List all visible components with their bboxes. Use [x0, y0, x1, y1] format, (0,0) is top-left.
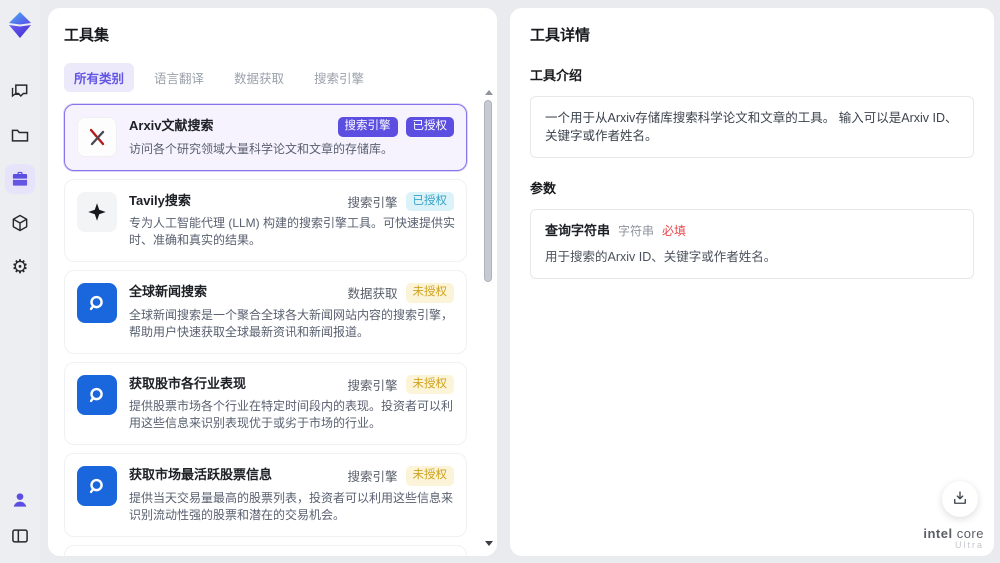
- param-name: 查询字符串: [545, 223, 611, 238]
- tool-card-active-stocks[interactable]: 获取市场最活跃股票信息 搜索引擎 未授权 提供当天交易量最高的股票列表，投资者可…: [64, 453, 467, 537]
- tool-name: 获取市场最活跃股票信息: [129, 467, 273, 482]
- tool-card-regional-news[interactable]: 万维地区新闻查询 搜索引擎 未授权 查询具体行政区划内的新闻，快速了解各地新闻动: [64, 544, 467, 556]
- download-button[interactable]: [942, 481, 978, 517]
- scrollbar-thumb[interactable]: [484, 100, 492, 282]
- tool-description: 访问各个研究领域大量科学论文和文章的存储库。: [129, 141, 394, 156]
- tool-description: 全球新闻搜索是一个聚合全球各大新闻网站内容的搜索引擎，帮助用户快速获取全球最新资…: [129, 307, 454, 339]
- category-badge: 搜索引擎: [337, 117, 398, 137]
- intro-text: 一个用于从Arxiv存储库搜索科学论文和文章的工具。 输入可以是Arxiv ID…: [545, 111, 958, 143]
- scroll-down-icon[interactable]: [485, 541, 493, 546]
- arxiv-logo-icon: [77, 117, 117, 157]
- sidebar-item-files[interactable]: [5, 120, 35, 150]
- tool-card-arxiv[interactable]: Arxiv文献搜索 搜索引擎 已授权 访问各个研究领域大量科学论文和文章的存储库…: [64, 104, 467, 171]
- tab-search-engine[interactable]: 搜索引擎: [304, 63, 374, 92]
- sidebar-item-toolbox[interactable]: [5, 164, 35, 194]
- cube-icon: [10, 213, 30, 233]
- app-logo-icon[interactable]: [5, 10, 35, 40]
- sidebar-item-account[interactable]: [5, 485, 35, 515]
- toolset-panel: 工具集 所有类别 语言翻译 数据获取 搜索引擎 Arxiv文献搜索 搜索引擎 已…: [48, 8, 497, 556]
- chat-icon: [10, 81, 30, 101]
- scroll-up-icon[interactable]: [485, 90, 493, 95]
- auth-status-badge: 已授权: [405, 117, 454, 137]
- tool-card-tavily[interactable]: Tavily搜索 搜索引擎 已授权 专为人工智能代理 (LLM) 构建的搜索引擎…: [64, 178, 467, 262]
- tool-list: Arxiv文献搜索 搜索引擎 已授权 访问各个研究领域大量科学论文和文章的存储库…: [64, 104, 481, 556]
- sidebar-item-chat[interactable]: [5, 76, 35, 106]
- auth-status-badge: 未授权: [405, 374, 454, 394]
- sidebar-item-models[interactable]: [5, 208, 35, 238]
- category-label: 搜索引擎: [347, 470, 398, 485]
- intro-heading: 工具介绍: [530, 68, 583, 83]
- tool-name: 全球新闻搜索: [129, 284, 208, 299]
- news-search-icon: [77, 283, 117, 323]
- tool-details-panel: 工具详情 工具介绍 一个用于从Arxiv存储库搜索科学论文和文章的工具。 输入可…: [510, 8, 994, 556]
- auth-status-badge: 未授权: [405, 466, 454, 486]
- param-type: 字符串: [618, 224, 655, 238]
- panel-toggle-icon: [10, 526, 30, 546]
- sidebar-item-settings[interactable]: ⚙: [5, 252, 35, 282]
- intel-core-logo: intel core Ultra: [923, 525, 984, 551]
- category-label: 搜索引擎: [347, 195, 398, 210]
- tool-card-sector-performance[interactable]: 获取股市各行业表现 搜索引擎 未授权 提供股票市场各个行业在特定时间段内的表现。…: [64, 361, 467, 445]
- tab-language-translation[interactable]: 语言翻译: [144, 63, 214, 92]
- intel-logo-text: intel: [923, 525, 953, 541]
- param-description: 用于搜索的Arxiv ID、关键字或作者姓名。: [545, 250, 777, 264]
- auth-status-badge: 未授权: [405, 283, 454, 303]
- tool-card-global-news[interactable]: 全球新闻搜索 数据获取 未授权 全球新闻搜索是一个聚合全球各大新闻网站内容的搜索…: [64, 270, 467, 354]
- gear-icon: ⚙: [11, 256, 29, 278]
- tab-all-categories[interactable]: 所有类别: [64, 63, 135, 92]
- user-icon: [10, 490, 30, 510]
- tavily-star-icon: [77, 191, 117, 232]
- stock-search-icon: [77, 466, 117, 506]
- auth-status-badge: 已授权: [405, 191, 454, 211]
- sidebar-item-collapse[interactable]: [5, 521, 35, 551]
- param-required-flag: 必填: [662, 224, 687, 238]
- page-title: 工具集: [64, 27, 110, 44]
- sidebar: ⚙: [0, 0, 40, 563]
- toolbox-icon: [10, 169, 30, 189]
- core-logo-text: core: [956, 525, 984, 541]
- tool-name: Arxiv文献搜索: [129, 118, 214, 133]
- category-label: 搜索引擎: [347, 378, 398, 393]
- tool-description: 专为人工智能代理 (LLM) 构建的搜索引擎工具。可快速提供实时、准确和真实的结…: [129, 216, 456, 247]
- intro-box: 一个用于从Arxiv存储库搜索科学论文和文章的工具。 输入可以是Arxiv ID…: [530, 96, 974, 158]
- scrollbar[interactable]: [483, 90, 493, 546]
- download-icon: [951, 489, 969, 510]
- tab-data-acquisition[interactable]: 数据获取: [224, 63, 294, 92]
- category-label: 数据获取: [347, 287, 398, 302]
- stock-search-icon: [77, 374, 117, 415]
- folder-icon: [10, 125, 30, 145]
- param-box: 查询字符串 字符串 必填 用于搜索的Arxiv ID、关键字或作者姓名。: [530, 209, 974, 279]
- params-heading: 参数: [530, 181, 557, 196]
- tool-name: 获取股市各行业表现: [129, 375, 247, 391]
- tool-name: Tavily搜索: [129, 192, 191, 208]
- details-title: 工具详情: [530, 27, 591, 44]
- ultra-logo-text: Ultra: [954, 540, 984, 551]
- category-tabs: 所有类别 语言翻译 数据获取 搜索引擎: [64, 63, 481, 92]
- tool-description: 提供当天交易量最高的股票列表，投资者可以利用这些信息来识别流动性强的股票和潜在的…: [129, 490, 454, 522]
- tool-description: 提供股票市场各个行业在特定时间段内的表现。投资者可以利用这些信息来识别表现优于或…: [129, 399, 454, 430]
